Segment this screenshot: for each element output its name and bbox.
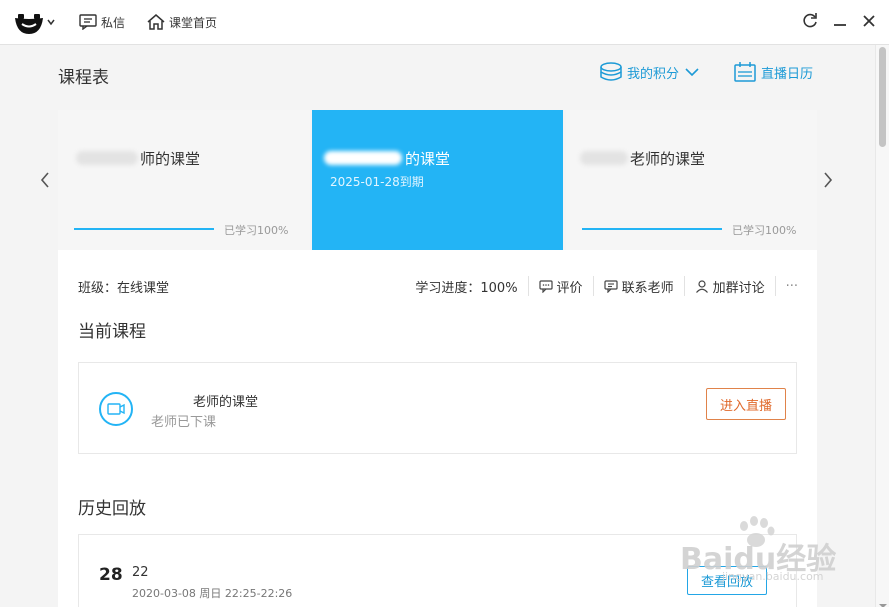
history-day: 28	[99, 565, 123, 585]
course-card-title: 老师的课堂	[630, 150, 706, 168]
title-bar: 私信 课堂首页	[0, 0, 889, 45]
scrollbar-thumb[interactable]	[879, 47, 886, 147]
watermark-url: jingyan.baidu.com	[722, 570, 824, 583]
app-logo-icon[interactable]	[14, 10, 58, 36]
coins-icon	[600, 62, 622, 81]
join-group-label: 加群讨论	[712, 280, 765, 296]
comment-icon	[538, 280, 553, 293]
my-points-label: 我的积分	[627, 66, 680, 82]
live-calendar-label: 直播日历	[761, 66, 814, 82]
carousel-next-icon[interactable]	[821, 170, 835, 190]
course-progress-bar	[582, 228, 722, 230]
messages-button[interactable]: 私信	[79, 13, 125, 31]
chevron-down-icon	[685, 68, 699, 77]
course-progress-text: 已学习100%	[732, 224, 797, 237]
course-card-title: 的课堂	[405, 150, 451, 168]
baidu-watermark: Baidu经验 jingyan.baidu.com	[680, 512, 850, 594]
home-button[interactable]: 课堂首页	[147, 13, 217, 31]
contact-teacher-button[interactable]: 联系老师	[594, 276, 685, 296]
carousel-prev-icon[interactable]	[38, 170, 52, 190]
history-heading: 历史回放	[78, 499, 146, 519]
message-icon	[79, 14, 97, 30]
course-expiry-date: 2025-01-28到期	[330, 175, 424, 189]
lesson-status: 老师已下课	[151, 415, 217, 430]
close-icon[interactable]	[860, 12, 878, 30]
course-card-title: 师的课堂	[140, 150, 201, 168]
class-info-row: 班级：在线课堂 学习进度：100% 评价 联系老师 加群讨论 ···	[78, 276, 798, 296]
rate-label: 评价	[556, 280, 583, 296]
study-progress: 学习进度：100%	[405, 276, 529, 296]
history-number: 22	[132, 565, 149, 580]
course-progress-bar	[74, 228, 214, 230]
redacted-name	[580, 151, 628, 165]
course-card[interactable]: 师的课堂 已学习100%	[58, 110, 310, 250]
redacted-name	[76, 151, 138, 165]
my-points-dropdown[interactable]: 我的积分	[600, 62, 705, 82]
scroll-down-icon[interactable]	[879, 595, 887, 607]
class-label: 班级：在线课堂	[78, 281, 170, 296]
more-button[interactable]: ···	[776, 276, 798, 296]
contact-teacher-label: 联系老师	[621, 280, 674, 296]
class-actions: 学习进度：100% 评价 联系老师 加群讨论 ···	[405, 276, 798, 296]
course-card[interactable]: 老师的课堂 已学习100%	[566, 110, 817, 250]
course-progress-text: 已学习100%	[224, 224, 289, 237]
page-title: 课程表	[58, 68, 109, 88]
messages-label: 私信	[101, 15, 126, 30]
study-progress-label: 学习进度：100%	[415, 280, 518, 296]
lesson-name: 老师的课堂	[193, 395, 259, 410]
home-label: 课堂首页	[169, 15, 218, 30]
current-course-heading: 当前课程	[78, 322, 146, 342]
redacted-name	[324, 151, 402, 165]
join-group-button[interactable]: 加群讨论	[685, 276, 776, 296]
video-camera-icon	[99, 392, 133, 426]
rate-button[interactable]: 评价	[529, 276, 594, 296]
scrollbar[interactable]	[875, 45, 889, 607]
enter-live-button[interactable]: 进入直播	[706, 388, 786, 420]
course-card-active[interactable]: 的课堂 2025-01-28到期	[312, 110, 563, 250]
calendar-icon	[734, 62, 756, 82]
minimize-icon[interactable]	[831, 12, 849, 30]
live-calendar-link[interactable]: 直播日历	[734, 62, 813, 82]
home-icon	[147, 14, 165, 30]
current-course-card: 老师的课堂 老师已下课 进入直播	[78, 362, 797, 454]
refresh-icon[interactable]	[801, 12, 819, 30]
more-label: ···	[785, 278, 798, 294]
history-datetime: 2020-03-08 周日 22:25-22:26	[132, 587, 293, 600]
chat-icon	[603, 280, 618, 293]
user-icon	[695, 280, 708, 293]
